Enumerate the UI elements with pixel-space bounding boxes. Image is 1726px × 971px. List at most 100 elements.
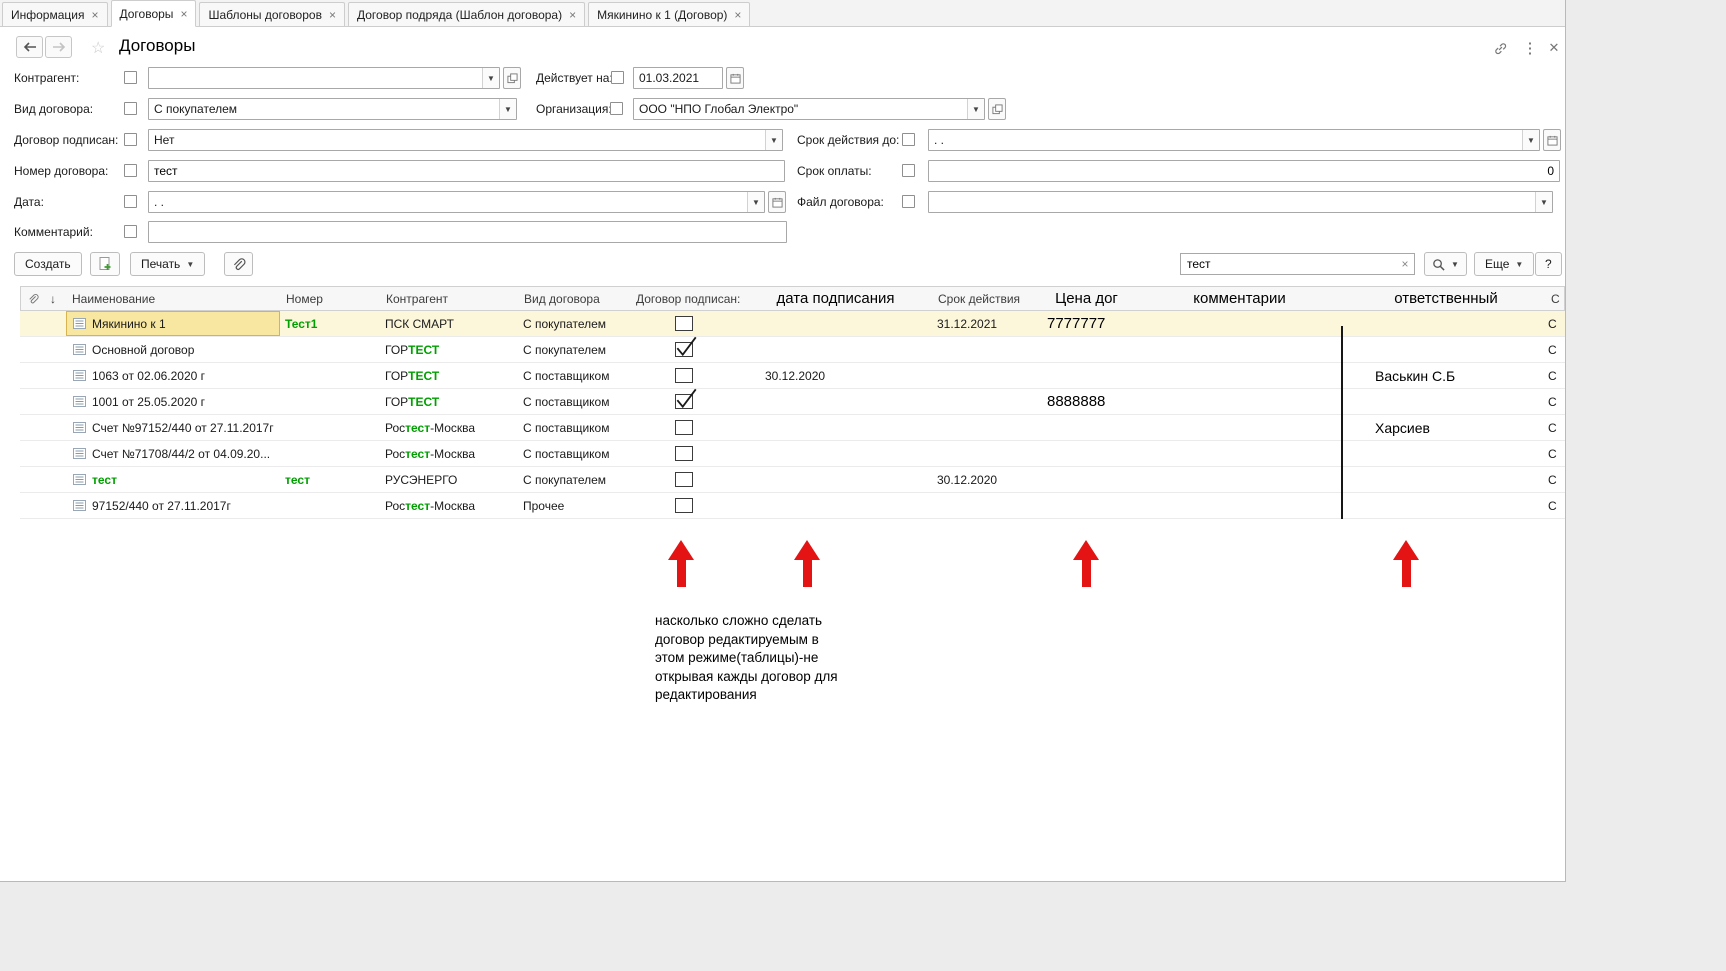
filter-checkbox-payment-term[interactable] [902, 164, 915, 177]
cell-sign_date[interactable] [737, 389, 932, 414]
signed-checkbox[interactable] [675, 498, 693, 513]
table-row[interactable]: Счет №71708/44/2 от 04.09.20...Ростест-М… [20, 441, 1565, 467]
cell-sort[interactable] [44, 363, 66, 388]
cell-price[interactable] [1039, 415, 1132, 440]
tab-3[interactable]: Шаблоны договоров× [199, 2, 345, 26]
cell-valid_until[interactable] [932, 337, 1039, 362]
filter-checkbox-contract-type[interactable] [124, 102, 137, 115]
cell-attach[interactable] [20, 337, 44, 362]
cell-tail[interactable]: С [1545, 441, 1565, 466]
filter-checkbox-file[interactable] [902, 195, 915, 208]
cell-attach[interactable] [20, 467, 44, 492]
contractor-choose-button[interactable] [503, 67, 521, 89]
cell-type[interactable]: С покупателем [518, 467, 630, 492]
column-header-price[interactable]: Цена дог [1040, 290, 1133, 307]
cell-comment[interactable] [1132, 493, 1345, 518]
filter-checkbox-organization[interactable] [610, 102, 623, 115]
table-row[interactable]: Мякинино к 1Тест1ПСК СМАРТС покупателем3… [20, 311, 1565, 337]
cell-price[interactable] [1039, 441, 1132, 466]
table-row[interactable]: Счет №97152/440 от 27.11.2017гРостест-Мо… [20, 415, 1565, 441]
filter-input-comment[interactable] [148, 221, 787, 243]
signed-checkbox[interactable] [675, 394, 693, 409]
cell-number[interactable] [280, 389, 380, 414]
chevron-down-icon[interactable]: ▼ [1522, 130, 1539, 150]
column-header-sort[interactable]: ↓ [45, 292, 67, 306]
cell-signed[interactable] [630, 441, 737, 466]
cell-signed[interactable] [630, 389, 737, 414]
column-header-valid-until[interactable]: Срок действия [933, 292, 1040, 306]
link-icon[interactable] [1490, 39, 1510, 57]
tab-1[interactable]: Информация× [2, 2, 108, 26]
cell-tail[interactable]: С [1545, 467, 1565, 492]
cell-signed[interactable] [630, 467, 737, 492]
cell-responsible[interactable]: Васькин С.Б [1345, 363, 1545, 388]
filter-checkbox-signed[interactable] [124, 133, 137, 146]
cell-sign_date[interactable]: 30.12.2020 [737, 363, 932, 388]
cell-sign_date[interactable] [737, 337, 932, 362]
cell-attach[interactable] [20, 363, 44, 388]
cell-name[interactable]: Основной договор [66, 337, 280, 362]
cell-sort[interactable] [44, 441, 66, 466]
cell-contractor[interactable]: ГОРТЕСТ [380, 363, 518, 388]
tab-2[interactable]: Договоры× [111, 0, 197, 27]
cell-sign_date[interactable] [737, 493, 932, 518]
cell-tail[interactable]: С [1545, 337, 1565, 362]
filter-input-valid-on[interactable]: 01.03.2021 [633, 67, 723, 89]
tab-close-icon[interactable]: × [734, 9, 741, 21]
cell-number[interactable] [280, 363, 380, 388]
cell-contractor[interactable]: Ростест-Москва [380, 493, 518, 518]
cell-responsible[interactable] [1345, 311, 1545, 336]
cell-responsible[interactable]: Харсиев [1345, 415, 1545, 440]
chevron-down-icon[interactable]: ▼ [747, 192, 764, 212]
cell-attach[interactable] [20, 493, 44, 518]
cell-type[interactable]: С покупателем [518, 311, 630, 336]
chevron-down-icon[interactable]: ▼ [499, 99, 516, 119]
filter-input-contract-type[interactable]: С покупателем ▼ [148, 98, 517, 120]
cell-valid_until[interactable] [932, 389, 1039, 414]
filter-input-organization[interactable]: ООО "НПО Глобал Электро" ▼ [633, 98, 985, 120]
cell-type[interactable]: С поставщиком [518, 441, 630, 466]
table-row[interactable]: 1001 от 25.05.2020 гГОРТЕСТС поставщиком… [20, 389, 1565, 415]
cell-number[interactable]: Тест1 [280, 311, 380, 336]
cell-signed[interactable] [630, 415, 737, 440]
cell-type[interactable]: С поставщиком [518, 363, 630, 388]
print-button[interactable]: Печать ▼ [130, 252, 205, 276]
cell-name[interactable]: Счет №71708/44/2 от 04.09.20... [66, 441, 280, 466]
tab-5[interactable]: Мякинино к 1 (Договор)× [588, 2, 750, 26]
cell-attach[interactable] [20, 389, 44, 414]
cell-type[interactable]: С поставщиком [518, 389, 630, 414]
cell-number[interactable] [280, 337, 380, 362]
filter-input-file[interactable]: ▼ [928, 191, 1553, 213]
cell-comment[interactable] [1132, 441, 1345, 466]
cell-price[interactable]: 8888888 [1039, 389, 1132, 414]
filter-input-number[interactable] [148, 160, 785, 182]
cell-type[interactable]: Прочее [518, 493, 630, 518]
cell-name[interactable]: Мякинино к 1 [66, 311, 280, 336]
cell-price[interactable]: 7777777 [1039, 311, 1132, 336]
cell-attach[interactable] [20, 311, 44, 336]
signed-checkbox[interactable] [675, 368, 693, 383]
cell-comment[interactable] [1132, 467, 1345, 492]
table-row[interactable]: Основной договорГОРТЕСТС покупателемС [20, 337, 1565, 363]
cell-price[interactable] [1039, 337, 1132, 362]
signed-checkbox[interactable] [675, 342, 693, 357]
signed-checkbox[interactable] [675, 316, 693, 331]
cell-valid_until[interactable]: 30.12.2020 [932, 467, 1039, 492]
cell-sort[interactable] [44, 337, 66, 362]
chevron-down-icon[interactable]: ▼ [967, 99, 984, 119]
cell-comment[interactable] [1132, 415, 1345, 440]
signed-checkbox[interactable] [675, 446, 693, 461]
cell-name[interactable]: 97152/440 от 27.11.2017г [66, 493, 280, 518]
cell-price[interactable] [1039, 467, 1132, 492]
forward-button[interactable] [45, 36, 72, 58]
filter-checkbox-valid-until[interactable] [902, 133, 915, 146]
chevron-down-icon[interactable]: ▼ [1535, 192, 1552, 212]
column-header-signed[interactable]: Договор подписан: [631, 292, 738, 306]
cell-sign_date[interactable] [737, 467, 932, 492]
cell-tail[interactable]: С [1545, 363, 1565, 388]
column-header-attach[interactable] [21, 293, 45, 305]
cell-number[interactable] [280, 441, 380, 466]
cell-sign_date[interactable] [737, 441, 932, 466]
cell-signed[interactable] [630, 493, 737, 518]
column-header-contractor[interactable]: Контрагент [381, 292, 519, 306]
